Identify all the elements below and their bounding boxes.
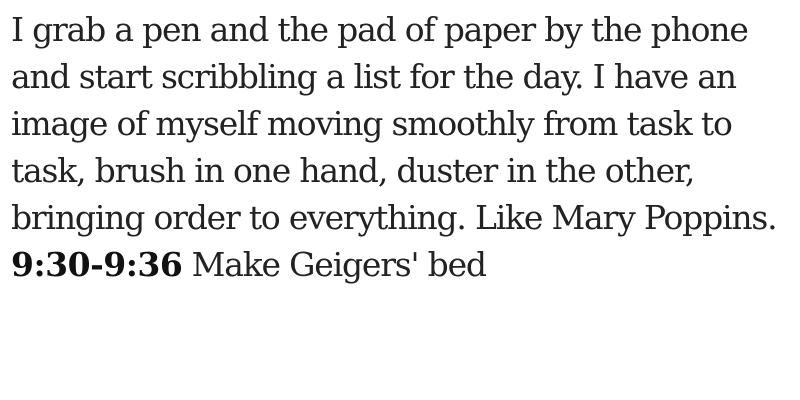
task-text: Make Geigers' bed (191, 245, 487, 284)
document-paragraph: I grab a pen and the pad of paper by the… (11, 6, 786, 288)
passage-text: I grab a pen and the pad of paper by the… (11, 10, 778, 237)
time-range: 9:30-9:36 (11, 245, 183, 284)
page: I grab a pen and the pad of paper by the… (0, 0, 800, 400)
